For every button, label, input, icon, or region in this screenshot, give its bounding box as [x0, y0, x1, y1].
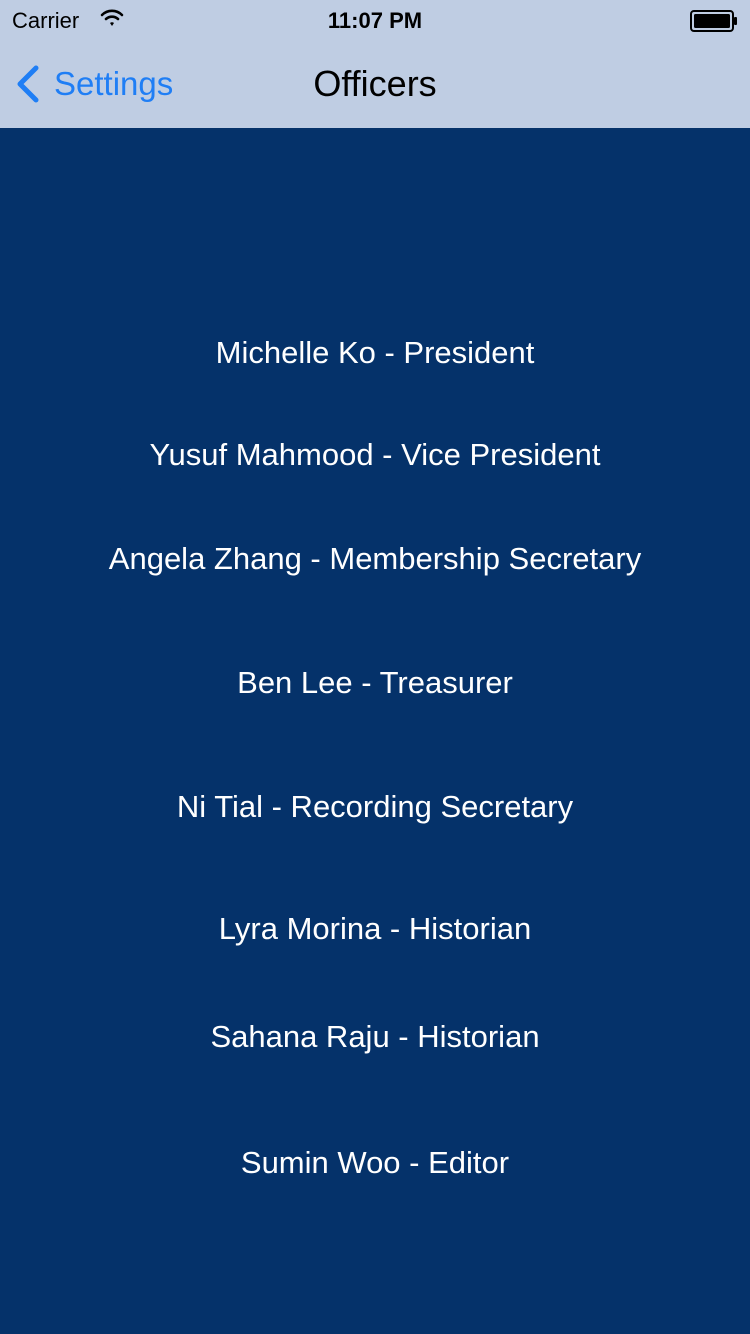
- battery-icon: [690, 10, 737, 32]
- officer-list: Michelle Ko - President Yusuf Mahmood - …: [0, 128, 750, 1334]
- officer-item: Sahana Raju - Historian: [210, 1019, 540, 1054]
- officer-item: Sumin Woo - Editor: [240, 1145, 510, 1180]
- page-title: Officers: [313, 63, 437, 104]
- navigation-bar: Settings Officers: [0, 40, 750, 128]
- status-time: 11:07 PM: [327, 8, 423, 33]
- officer-item: Lyra Morina - Historian: [218, 911, 532, 946]
- officers-screen: Carrier 11:07 PM Settings Officers Miche…: [0, 0, 750, 1334]
- officer-item: Ben Lee - Treasurer: [237, 665, 513, 700]
- officer-item: Yusuf Mahmood - Vice President: [149, 437, 601, 472]
- officer-item: Ni Tial - Recording Secretary: [176, 789, 574, 824]
- officer-item: Angela Zhang - Membership Secretary: [108, 541, 642, 576]
- top-bar: Carrier 11:07 PM Settings Officers: [0, 0, 750, 128]
- status-bar: Carrier 11:07 PM: [0, 0, 750, 40]
- officer-item: Michelle Ko - President: [215, 335, 535, 370]
